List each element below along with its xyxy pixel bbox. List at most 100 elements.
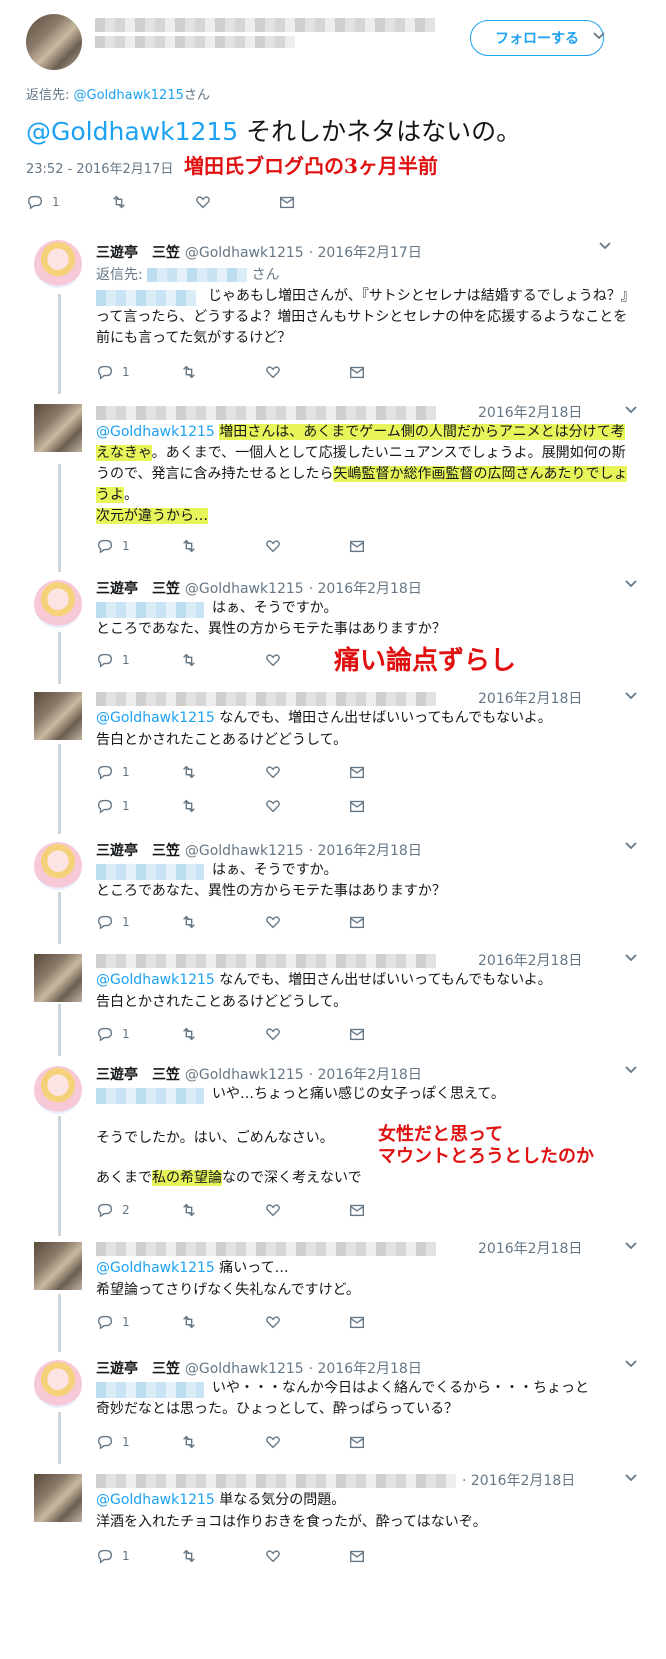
follow-button[interactable]: フォローする — [470, 20, 604, 56]
mention-link[interactable]: @Goldhawk1215 — [26, 117, 238, 146]
reply-button[interactable]: 1 — [96, 650, 180, 670]
retweet-button[interactable] — [180, 1024, 264, 1044]
reply-button[interactable]: 1 — [96, 1024, 180, 1044]
like-button[interactable] — [264, 650, 348, 670]
reply-icon — [98, 1549, 112, 1564]
chevron-down-icon[interactable] — [596, 238, 614, 256]
retweet-button[interactable] — [180, 762, 264, 782]
chevron-down-icon[interactable] — [622, 688, 640, 706]
author-name[interactable]: 三遊亭 三笠 @Goldhawk1215 · 2016年2月18日 — [96, 840, 422, 860]
dm-button[interactable] — [348, 1024, 432, 1044]
chevron-down-icon[interactable] — [622, 576, 640, 594]
chevron-down-icon[interactable] — [622, 1470, 640, 1488]
like-button[interactable] — [194, 192, 278, 212]
reply-button[interactable]: 1 — [96, 536, 180, 556]
retweet-button[interactable] — [110, 192, 194, 212]
retweet-button[interactable] — [180, 536, 264, 556]
like-button[interactable] — [264, 536, 348, 556]
dm-button[interactable] — [348, 362, 432, 382]
heart-icon — [266, 916, 280, 929]
dm-button[interactable] — [348, 762, 432, 782]
tweet-date[interactable]: · 2016年2月18日 — [309, 1067, 422, 1083]
avatar[interactable] — [34, 1474, 82, 1522]
mention-link[interactable]: @Goldhawk1215 — [96, 1492, 215, 1508]
chevron-down-icon[interactable] — [622, 950, 640, 968]
chevron-down-icon[interactable] — [622, 1238, 640, 1256]
author-name[interactable]: 三遊亭 三笠 @Goldhawk1215 · 2016年2月18日 — [96, 578, 422, 598]
tweet-date[interactable]: · 2016年2月18日 — [309, 581, 422, 597]
retweet-button[interactable] — [180, 1432, 264, 1452]
retweet-button[interactable] — [180, 796, 264, 816]
reply-button[interactable]: 1 — [96, 762, 180, 782]
reply-to-handle-link[interactable]: @Goldhawk1215 — [74, 88, 184, 103]
chevron-down-icon[interactable] — [622, 1356, 640, 1374]
chevron-down-icon[interactable] — [622, 838, 640, 856]
like-button[interactable] — [264, 1546, 348, 1566]
dm-button[interactable] — [348, 912, 432, 932]
tweet-date[interactable]: · 2016年2月18日 — [462, 1470, 575, 1490]
like-button[interactable] — [264, 762, 348, 782]
avatar[interactable] — [34, 240, 82, 288]
chevron-down-icon[interactable] — [590, 28, 608, 46]
tweet-text-line: 洋酒を入れたチョコは作りおきを食ったが、酔ってはないぞ。 — [96, 1514, 487, 1530]
mention-link[interactable]: @Goldhawk1215 — [96, 424, 215, 440]
like-button[interactable] — [264, 1432, 348, 1452]
avatar[interactable] — [34, 954, 82, 1002]
reply-button[interactable]: 1 — [96, 912, 180, 932]
chevron-down-icon[interactable] — [622, 402, 640, 420]
reply-button[interactable]: 1 — [96, 362, 180, 382]
like-button[interactable] — [264, 1200, 348, 1220]
retweet-button[interactable] — [180, 1312, 264, 1332]
author-name-redacted — [96, 692, 436, 706]
reply-button[interactable]: 1 — [96, 1432, 180, 1452]
avatar[interactable] — [34, 580, 82, 628]
tweet-date[interactable]: · 2016年2月18日 — [309, 843, 422, 859]
dm-button[interactable] — [348, 536, 432, 556]
avatar[interactable] — [34, 842, 82, 890]
chevron-down-icon[interactable] — [622, 1062, 640, 1080]
avatar[interactable] — [34, 1066, 82, 1114]
dm-button[interactable] — [348, 1546, 432, 1566]
like-button[interactable] — [264, 362, 348, 382]
tweet-date[interactable]: 2016年2月18日 — [478, 1238, 582, 1258]
dm-button[interactable] — [278, 192, 362, 212]
dm-button[interactable] — [348, 1432, 432, 1452]
tweet-date[interactable]: · 2016年2月18日 — [309, 1361, 422, 1377]
avatar[interactable] — [34, 1242, 82, 1290]
reply-button[interactable]: 1 — [96, 1312, 180, 1332]
dm-button[interactable] — [348, 1312, 432, 1332]
reply-button[interactable]: 1 — [96, 1546, 180, 1566]
retweet-button[interactable] — [180, 650, 264, 670]
tweet-date[interactable]: · 2016年2月17日 — [309, 245, 422, 261]
tweet-timestamp[interactable]: 23:52 - 2016年2月17日 — [26, 158, 173, 177]
retweet-button[interactable] — [180, 1200, 264, 1220]
like-button[interactable] — [264, 1312, 348, 1332]
mention-link[interactable]: @Goldhawk1215 — [96, 972, 215, 988]
author-name[interactable]: 三遊亭 三笠 @Goldhawk1215 · 2016年2月18日 — [96, 1064, 422, 1084]
like-button[interactable] — [264, 912, 348, 932]
like-button[interactable] — [264, 1024, 348, 1044]
retweet-icon — [183, 365, 195, 379]
author-name[interactable]: 三遊亭 三笠 @Goldhawk1215 · 2016年2月17日 — [96, 242, 422, 262]
retweet-button[interactable] — [180, 362, 264, 382]
mention-link[interactable]: @Goldhawk1215 — [96, 1260, 215, 1276]
tweet-date[interactable]: 2016年2月18日 — [478, 950, 582, 970]
author-name[interactable]: 三遊亭 三笠 @Goldhawk1215 · 2016年2月18日 — [96, 1358, 422, 1378]
avatar[interactable] — [34, 404, 82, 452]
retweet-button[interactable] — [180, 1546, 264, 1566]
dm-button[interactable] — [348, 796, 432, 816]
like-button[interactable] — [264, 796, 348, 816]
display-name: 三遊亭 三笠 — [96, 843, 180, 859]
mention-link[interactable]: @Goldhawk1215 — [96, 710, 215, 726]
reply-button[interactable]: 1 — [26, 192, 110, 212]
retweet-icon — [183, 1435, 195, 1449]
tweet-date[interactable]: 2016年2月18日 — [478, 688, 582, 708]
reply-button[interactable]: 2 — [96, 1200, 180, 1220]
avatar[interactable] — [34, 1360, 82, 1408]
reply-button[interactable]: 1 — [96, 796, 180, 816]
avatar[interactable] — [34, 692, 82, 740]
avatar[interactable] — [26, 14, 82, 70]
retweet-button[interactable] — [180, 912, 264, 932]
dm-button[interactable] — [348, 1200, 432, 1220]
tweet-date[interactable]: 2016年2月18日 — [478, 402, 582, 422]
